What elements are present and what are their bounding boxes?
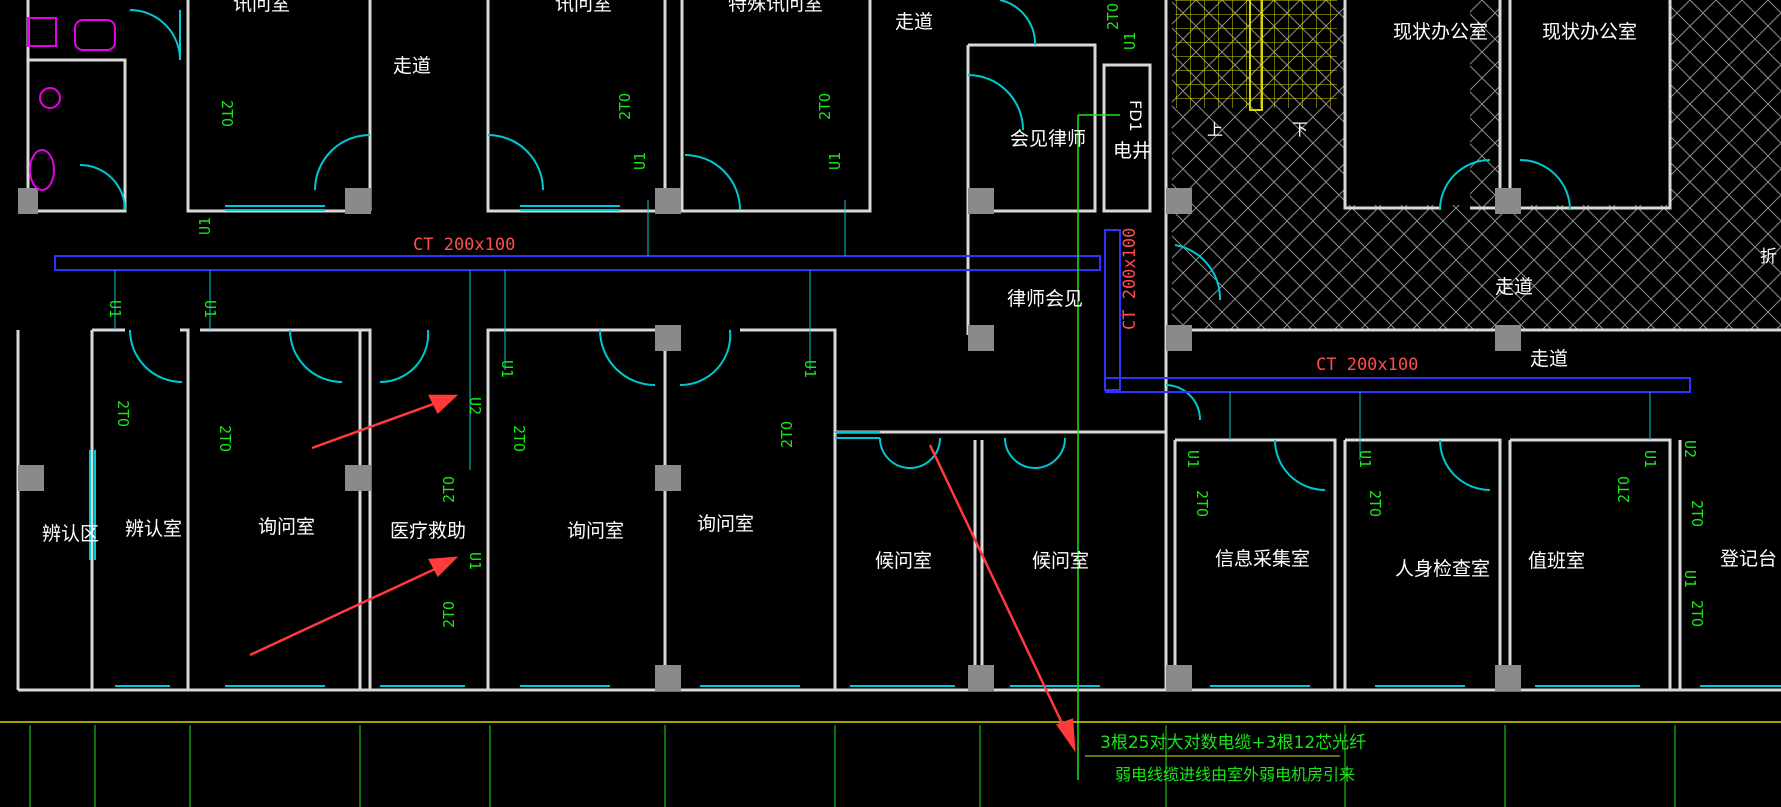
room-label: 律师会见 <box>1007 288 1083 310</box>
tray-label: CT 200x100 <box>413 235 515 255</box>
outlet-data-tag: 2TO <box>1104 3 1122 30</box>
outlet-u1-tag: U1 <box>1356 450 1374 468</box>
room-label: 讯问室 <box>233 0 290 15</box>
outlet-u1-tag: U1 <box>201 300 219 318</box>
outlet-u1-tag: U1 <box>1184 450 1202 468</box>
outlet-data-tag: 2TO <box>1688 600 1706 627</box>
room-label: 询问室 <box>567 520 624 542</box>
cable-note-line2: 弱电线缆进线由室外弱电机房引来 <box>1115 765 1355 784</box>
room-label: 值班室 <box>1528 550 1585 572</box>
outlet-u1-tag: U1 <box>196 217 214 235</box>
room-label: 候问室 <box>1032 550 1089 572</box>
outlet-data-tag: 2TO <box>816 93 834 120</box>
toilet-fixtures <box>27 17 116 191</box>
outlet-u1-tag: U1 <box>498 360 516 378</box>
room-label: 特殊讯问室 <box>728 0 823 15</box>
outlet-u1-tag: U1 <box>1121 32 1139 50</box>
room-label: 电井 <box>1113 140 1151 162</box>
outlet-u1-tag: U1 <box>631 152 649 170</box>
outlet-data-tag: 2TO <box>1193 490 1211 517</box>
outlet-u1-tag: U1 <box>1681 570 1699 588</box>
outlet-data-tag: 2TO <box>616 93 634 120</box>
outlet-u1-tag: U1 <box>1641 450 1659 468</box>
outlet-data-tag: 2TO <box>1688 500 1706 527</box>
staircase <box>1175 0 1337 108</box>
room-label: 现状办公室 <box>1542 21 1637 43</box>
annotation-arrows <box>249 394 1076 753</box>
room-label: 折 <box>1760 247 1777 267</box>
outlet-data-tag: 2TO <box>778 421 796 448</box>
room-label: 上 <box>1207 120 1223 139</box>
room-label: 人身检查室 <box>1395 558 1490 580</box>
room-label: 信息采集室 <box>1215 548 1310 570</box>
outlet-data-tag: 2TO <box>440 476 458 503</box>
room-label: 登记台 <box>1720 548 1777 570</box>
tray-label: CT 200x100 <box>1316 355 1418 375</box>
outlet-data-tag: 2TO <box>218 100 236 127</box>
room-label: 现状办公室 <box>1393 21 1488 43</box>
room-label: 下 <box>1292 120 1308 139</box>
grid-ticks <box>29 725 1676 807</box>
outlet-data-tag: 2TO <box>510 425 528 452</box>
outlet-data-tag: 2TO <box>114 400 132 427</box>
floor-plan: 讯问室 讯问室 特殊讯问室 走道 走道 会见律师 电井 FD1 现状办公室 现状… <box>0 0 1781 807</box>
room-label: 讯问室 <box>555 0 612 15</box>
outlet-u1-tag: U1 <box>106 300 124 318</box>
cable-note-line1: 3根25对大对数电缆+3根12芯光纤 <box>1100 733 1366 753</box>
outlet-u1-tag: U1 <box>826 152 844 170</box>
tray-label: CT 200x100 <box>1120 228 1140 330</box>
room-label: 候问室 <box>875 550 932 572</box>
room-label: 询问室 <box>697 513 754 535</box>
outlet-data-tag: 2TO <box>1615 476 1633 503</box>
outlet-u2-tag: U2 <box>1681 440 1699 458</box>
room-label: 询问室 <box>258 516 315 538</box>
room-label: FD1 <box>1126 100 1145 132</box>
outlet-u1-tag: U1 <box>801 360 819 378</box>
room-label: 走道 <box>1495 276 1533 298</box>
outlet-data-tag: 2TO <box>440 601 458 628</box>
room-label: 走道 <box>393 55 431 77</box>
outlet-u1-tag: U1 <box>466 552 484 570</box>
outlet-u2-tag: U2 <box>466 397 484 415</box>
room-label: 辨认室 <box>125 518 182 540</box>
room-label: 会见律师 <box>1010 128 1086 150</box>
room-label: 医疗救助 <box>390 520 466 542</box>
outlet-data-tag: 2TO <box>1366 490 1384 517</box>
outlet-data-tag: 2TO <box>216 425 234 452</box>
room-label: 辨认区 <box>42 523 99 545</box>
room-label: 走道 <box>1530 348 1568 370</box>
room-label: 走道 <box>895 11 933 33</box>
